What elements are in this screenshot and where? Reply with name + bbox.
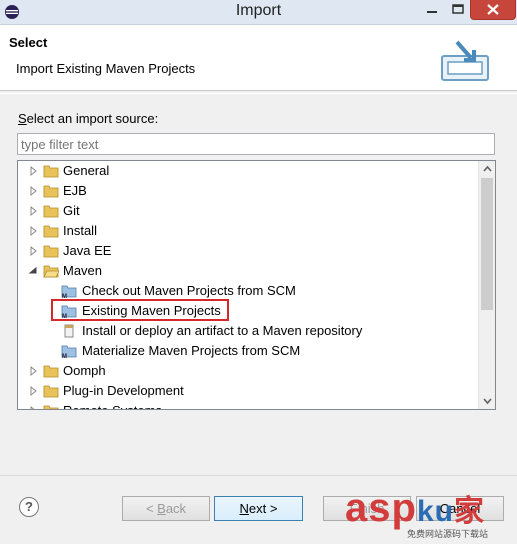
import-source-label: Select an import source: (18, 111, 158, 126)
tree-item[interactable]: Plug-in Development (18, 381, 478, 401)
tree-item-label: Java EE (63, 243, 112, 258)
help-icon: ? (25, 499, 33, 514)
minimize-button[interactable] (420, 0, 444, 20)
wizard-header: Select Import Existing Maven Projects (0, 25, 517, 91)
watermark-ku: ku (416, 495, 454, 528)
collapsed-arrow-icon[interactable] (29, 221, 39, 241)
maven-materialize-icon: M (61, 345, 77, 359)
tree-item[interactable]: Oomph (18, 361, 478, 381)
collapsed-arrow-icon[interactable] (29, 201, 39, 221)
next-mnemonic: N (239, 501, 249, 516)
next-label: ext > (248, 501, 278, 516)
site-watermark: aspku家 免费网站源码下载站 (345, 486, 515, 542)
tree-item[interactable]: Maven (18, 261, 478, 281)
title-bar: Import (0, 0, 517, 25)
folder-icon (43, 245, 59, 258)
close-button[interactable] (470, 0, 516, 20)
back-label: ack (165, 501, 187, 516)
import-source-tree[interactable]: General EJB Git Install Java EE Maven M Check o… (17, 160, 496, 410)
folder-icon (43, 225, 59, 238)
collapsed-arrow-icon[interactable] (29, 381, 39, 401)
filter-input[interactable] (21, 135, 491, 153)
selection-highlight-box (51, 299, 229, 321)
folder-icon (43, 365, 59, 378)
svg-text:M: M (62, 354, 67, 359)
vertical-scrollbar[interactable] (478, 161, 495, 409)
page-title: Select (9, 35, 48, 50)
open-folder-icon (43, 265, 59, 278)
tree-item[interactable]: Java EE (18, 241, 478, 261)
folder-icon (43, 205, 59, 218)
tree-item-label: Plug-in Development (63, 383, 184, 398)
tree-item-label: Maven (63, 263, 103, 278)
tree-item[interactable]: Git (18, 201, 478, 221)
next-button[interactable]: Next > (214, 496, 303, 521)
tree-item-label: Check out Maven Projects from SCM (82, 283, 296, 298)
back-button[interactable]: < Back (122, 496, 210, 521)
tree-item[interactable]: M Materialize Maven Projects from SCM (18, 341, 478, 361)
tree-item-label: Install (63, 223, 97, 238)
tree-item-label: Remote Systems (63, 401, 162, 409)
collapsed-arrow-icon[interactable] (29, 181, 39, 201)
folder-icon (43, 405, 59, 409)
collapsed-arrow-icon[interactable] (29, 401, 39, 410)
watermark-subtitle: 免费网站源码下载站 (407, 529, 489, 539)
tree-item[interactable]: Remote Systems (18, 401, 478, 410)
folder-icon (43, 185, 59, 198)
maven-checkout-icon: M (61, 285, 77, 299)
expanded-arrow-icon[interactable] (29, 261, 39, 281)
watermark-logo: aspku家 (345, 486, 485, 531)
tree-item[interactable]: Install (18, 221, 478, 241)
jar-icon (64, 324, 74, 338)
filter-field[interactable] (17, 133, 495, 155)
scroll-up-arrow-icon[interactable] (483, 165, 492, 174)
tree-item[interactable]: M Check out Maven Projects from SCM (18, 281, 478, 301)
help-button[interactable]: ? (19, 497, 39, 517)
collapsed-arrow-icon[interactable] (29, 361, 39, 381)
tree-item[interactable]: Install or deploy an artifact to a Maven… (18, 321, 478, 341)
tree-item-label: Oomph (63, 363, 106, 378)
watermark-asp: asp (345, 486, 417, 530)
import-source-label-text: elect an import source: (26, 111, 159, 126)
header-separator (0, 93, 517, 94)
tree-item-label: Git (63, 203, 80, 218)
maximize-button[interactable] (446, 0, 470, 20)
back-arrow-text: < (145, 501, 158, 516)
folder-icon (43, 165, 59, 178)
scrollbar-thumb[interactable] (481, 178, 493, 310)
collapsed-arrow-icon[interactable] (29, 161, 39, 181)
tree-item-label: Install or deploy an artifact to a Maven… (82, 323, 363, 338)
import-wizard-icon (441, 40, 489, 81)
mnemonic-letter: S (18, 111, 27, 126)
page-description: Import Existing Maven Projects (16, 61, 196, 76)
watermark-cn: 家 (453, 495, 485, 528)
tree-item-label: EJB (63, 183, 87, 198)
folder-icon (43, 385, 59, 398)
scroll-down-arrow-icon[interactable] (483, 396, 492, 405)
back-mnemonic: B (157, 501, 166, 516)
collapsed-arrow-icon[interactable] (29, 241, 39, 261)
tree-item-label: General (63, 163, 110, 178)
minimize-icon (427, 11, 437, 13)
close-icon (487, 4, 499, 15)
tree-item-label: Materialize Maven Projects from SCM (82, 343, 301, 358)
tree-item[interactable]: General (18, 161, 478, 181)
tree-item[interactable]: EJB (18, 181, 478, 201)
maximize-icon (452, 4, 464, 14)
